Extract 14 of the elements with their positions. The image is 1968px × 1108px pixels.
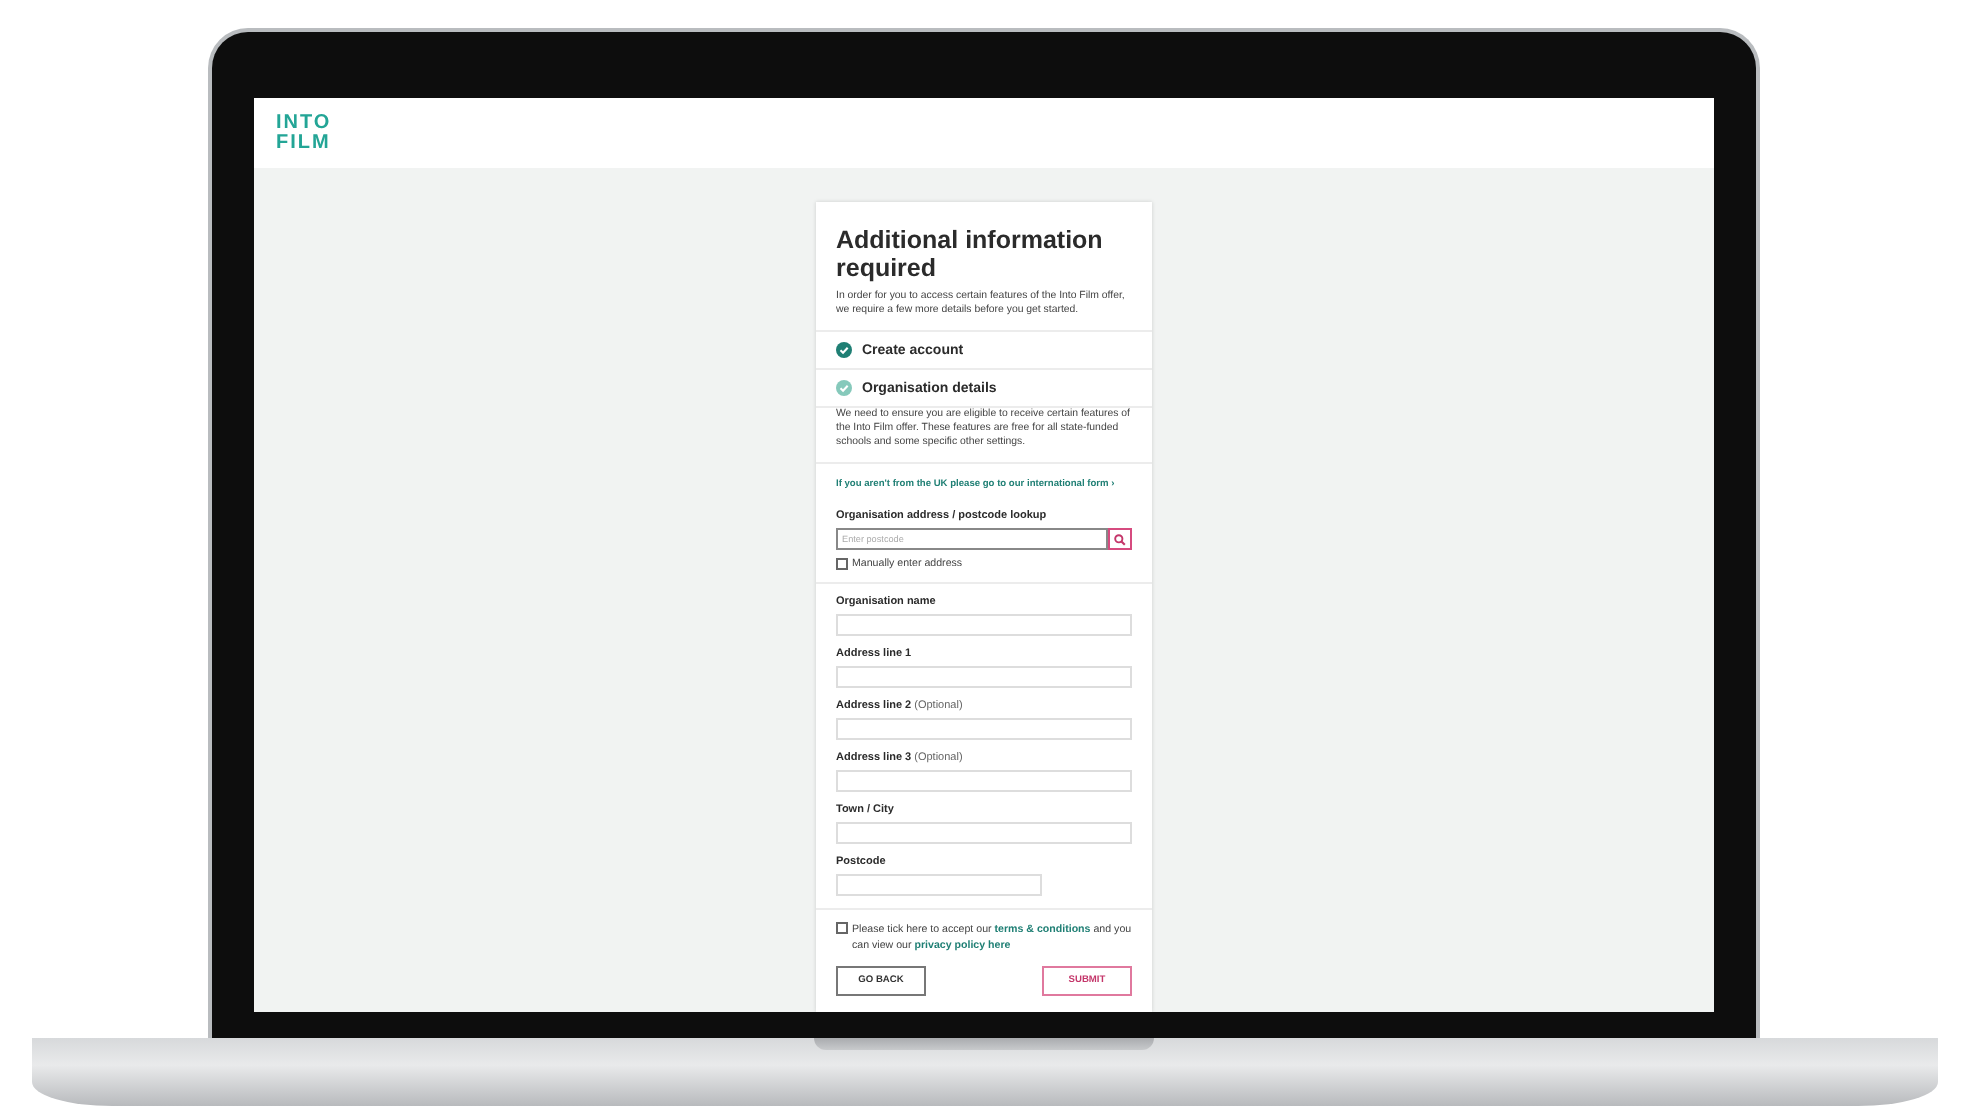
text-field[interactable] <box>836 874 1042 896</box>
search-icon <box>1114 533 1126 545</box>
check-circle-icon <box>836 342 852 358</box>
logo[interactable]: INTO FILM <box>276 113 332 153</box>
text-field[interactable] <box>836 666 1132 688</box>
text-field[interactable] <box>836 822 1132 844</box>
text-field[interactable] <box>836 718 1132 740</box>
search-button[interactable] <box>1108 528 1132 550</box>
text-field[interactable] <box>836 770 1132 792</box>
checkbox[interactable] <box>836 558 848 570</box>
form-title: Additional information required <box>836 226 1105 282</box>
checkbox[interactable] <box>836 922 848 934</box>
check-circle-icon <box>836 380 852 396</box>
text-field[interactable] <box>836 614 1132 636</box>
